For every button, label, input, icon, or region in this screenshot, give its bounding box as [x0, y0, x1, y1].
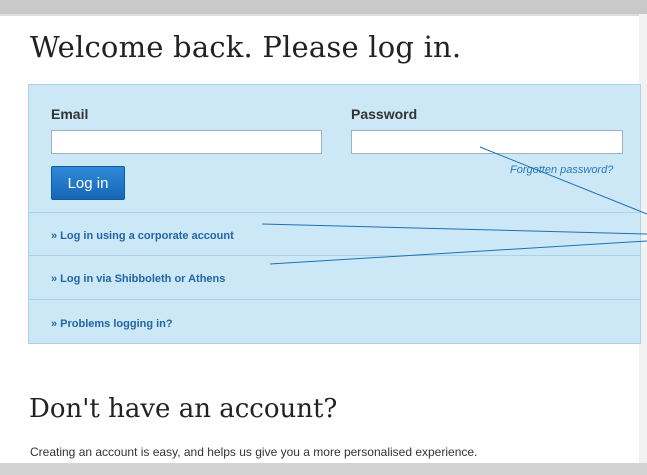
login-heading: Welcome back. Please log in.	[30, 30, 462, 64]
login-button[interactable]: Log in	[51, 166, 125, 200]
register-heading: Don't have an account?	[29, 394, 338, 424]
problems-login-link[interactable]: » Problems logging in?	[51, 318, 173, 330]
email-field[interactable]	[51, 130, 322, 154]
login-panel: Email Password Log in Forgotten password…	[28, 84, 641, 344]
email-label: Email	[51, 106, 89, 122]
shibboleth-login-row: » Log in via Shibboleth or Athens	[29, 255, 640, 299]
register-description: Creating an account is easy, and helps u…	[30, 445, 478, 459]
password-label: Password	[351, 106, 418, 122]
corporate-login-link[interactable]: » Log in using a corporate account	[51, 230, 234, 242]
corporate-login-row: » Log in using a corporate account	[29, 212, 640, 255]
problems-login-row: » Problems logging in?	[29, 299, 640, 344]
password-field[interactable]	[351, 130, 623, 154]
shibboleth-login-link[interactable]: » Log in via Shibboleth or Athens	[51, 273, 225, 285]
forgot-password-link[interactable]: Forgotten password?	[510, 164, 613, 176]
window-top-bar	[0, 0, 647, 16]
window-bottom-bar	[0, 463, 647, 475]
